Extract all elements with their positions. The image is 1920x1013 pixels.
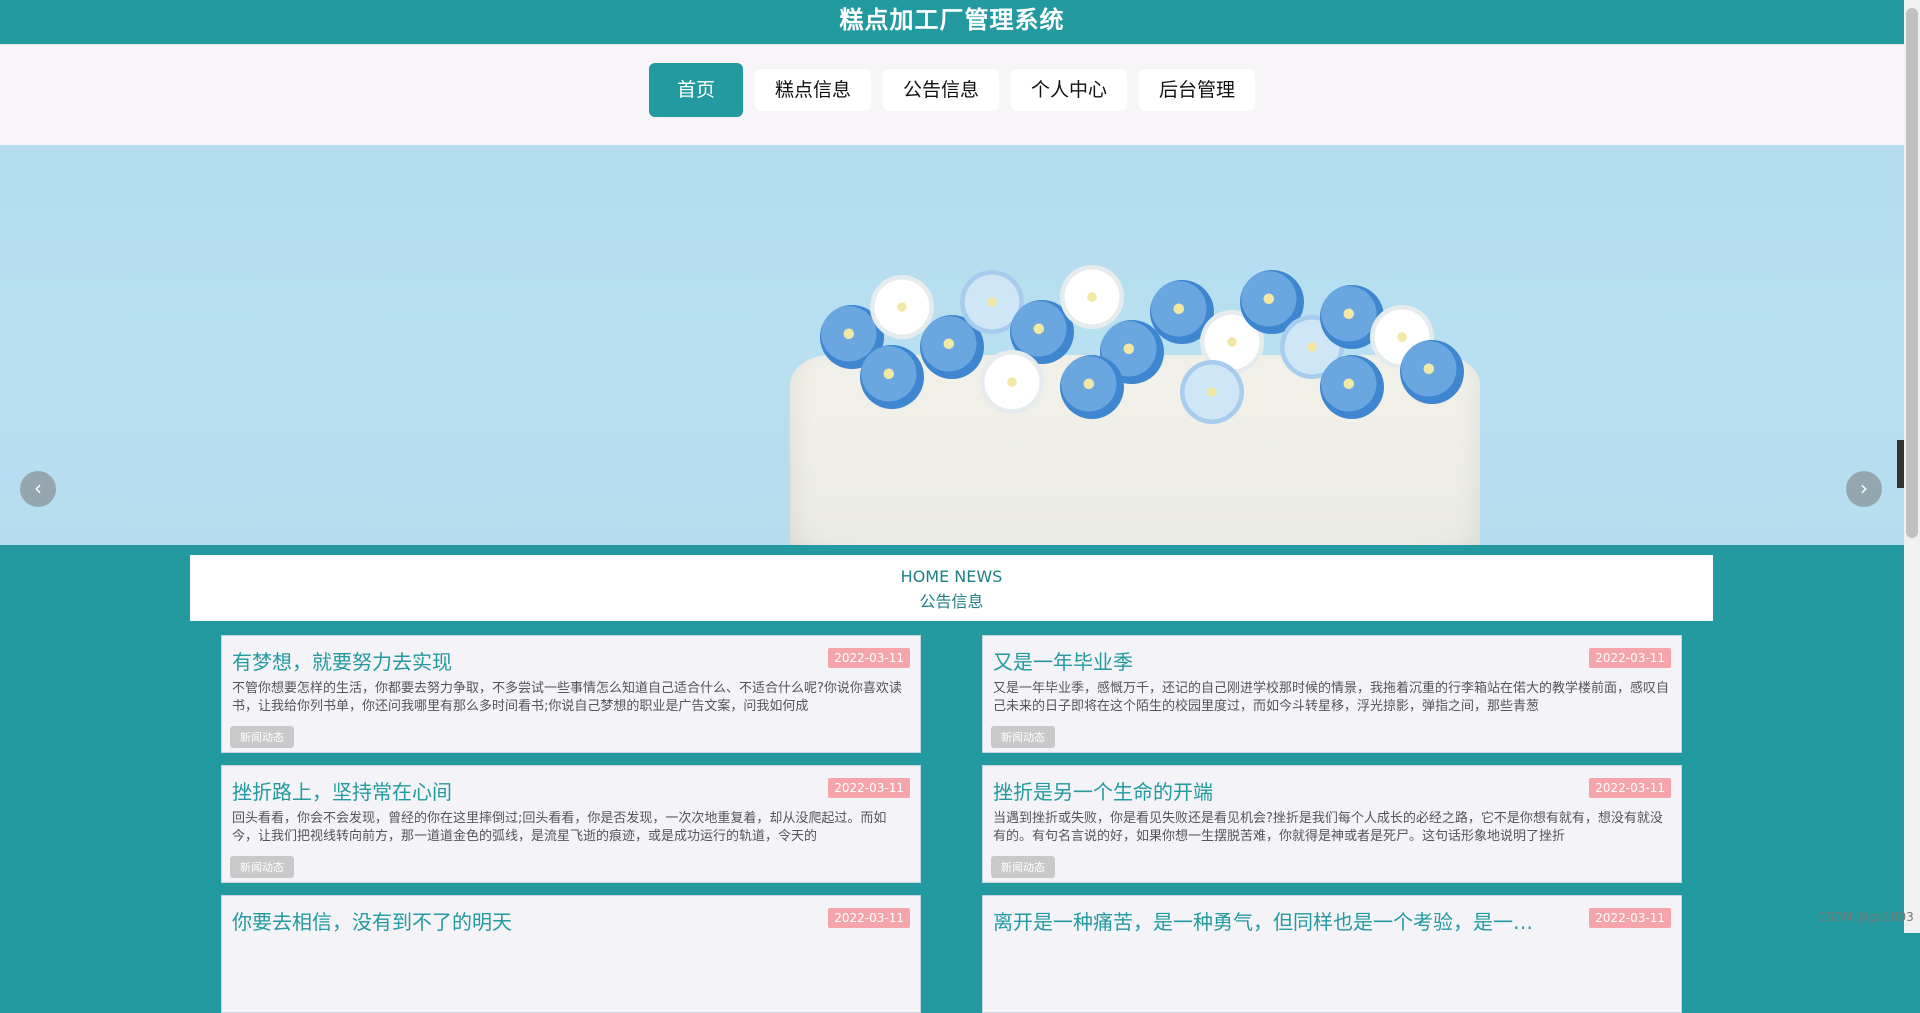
news-card-title[interactable]: 有梦想，就要努力去实现	[232, 646, 452, 675]
chevron-left-icon: ‹	[34, 476, 42, 500]
news-card[interactable]: 离开是一种痛苦，是一种勇气，但同样也是一个考验，是一个新的开始 2022-03-…	[982, 895, 1682, 1013]
news-title-cn: 公告信息	[919, 592, 984, 611]
nav-bar: 首页 糕点信息 公告信息 个人中心 后台管理	[0, 44, 1904, 145]
news-card[interactable]: 你要去相信，没有到不了的明天 2022-03-11	[221, 895, 921, 1013]
news-card-desc: 不管你想要怎样的生活，你都要去努力争取，不多尝试一些事情怎么知道自己适合什么、不…	[232, 681, 902, 714]
nav-item-admin[interactable]: 后台管理	[1139, 69, 1256, 111]
news-header: HOME NEWS 公告信息	[190, 555, 1713, 621]
scrollbar-thumb[interactable]	[1906, 8, 1918, 538]
news-card-tag: 新闻动态	[230, 726, 294, 748]
banner-carousel[interactable]: ‹ ›	[0, 145, 1904, 545]
chevron-right-icon: ›	[1860, 476, 1868, 500]
news-card-date: 2022-03-11	[1589, 908, 1671, 928]
news-card-title[interactable]: 你要去相信，没有到不了的明天	[232, 906, 512, 935]
news-title-en: HOME NEWS	[900, 567, 1003, 586]
news-card-date: 2022-03-11	[828, 648, 910, 668]
main-nav: 首页 糕点信息 公告信息 个人中心 后台管理	[0, 63, 1904, 117]
nav-item-pastry-info[interactable]: 糕点信息	[754, 69, 871, 111]
news-card-date: 2022-03-11	[828, 908, 910, 928]
news-card-tag: 新闻动态	[991, 726, 1055, 748]
news-card-date: 2022-03-11	[828, 778, 910, 798]
page-scrollbar[interactable]	[1904, 0, 1920, 933]
news-card-title[interactable]: 挫折路上，坚持常在心间	[232, 776, 452, 805]
carousel-next-button[interactable]: ›	[1846, 471, 1882, 507]
nav-item-personal-center[interactable]: 个人中心	[1011, 69, 1128, 111]
news-card-date: 2022-03-11	[1589, 778, 1671, 798]
watermark: CSDN @gp1803	[1818, 910, 1914, 924]
news-card[interactable]: 又是一年毕业季 2022-03-11 又是一年毕业季，感慨万千，还记的自己刚进学…	[982, 635, 1682, 753]
nav-item-home[interactable]: 首页	[648, 63, 743, 117]
carousel-prev-button[interactable]: ‹	[20, 471, 56, 507]
news-card-desc: 当遇到挫折或失败，你是看见失败还是看见机会?挫折是我们每个人成长的必经之路，它不…	[993, 811, 1663, 844]
news-card-date: 2022-03-11	[1589, 648, 1671, 668]
news-card-title[interactable]: 挫折是另一个生命的开端	[993, 776, 1213, 805]
news-card-tag: 新闻动态	[230, 856, 294, 878]
nav-item-announcements[interactable]: 公告信息	[882, 69, 999, 111]
news-section: HOME NEWS 公告信息 有梦想，就要努力去实现 2022-03-11 不管…	[0, 545, 1904, 1013]
banner-image-cake	[760, 265, 1520, 545]
news-card[interactable]: 挫折是另一个生命的开端 2022-03-11 当遇到挫折或失败，你是看见失败还是…	[982, 765, 1682, 883]
news-card[interactable]: 有梦想，就要努力去实现 2022-03-11 不管你想要怎样的生活，你都要去努力…	[221, 635, 921, 753]
news-card[interactable]: 挫折路上，坚持常在心间 2022-03-11 回头看看，你会不会发现，曾经的你在…	[221, 765, 921, 883]
news-card-desc: 回头看看，你会不会发现，曾经的你在这里摔倒过;回头看看，你是否发现，一次次地重复…	[232, 811, 887, 844]
news-card-tag: 新闻动态	[991, 856, 1055, 878]
news-card-desc: 又是一年毕业季，感慨万千，还记的自己刚进学校那时候的情景，我拖着沉重的行李箱站在…	[993, 681, 1670, 714]
site-title: 糕点加工厂管理系统	[0, 0, 1904, 44]
news-card-title[interactable]: 离开是一种痛苦，是一种勇气，但同样也是一个考验，是一个新的开始	[993, 906, 1533, 935]
news-card-title[interactable]: 又是一年毕业季	[993, 646, 1133, 675]
